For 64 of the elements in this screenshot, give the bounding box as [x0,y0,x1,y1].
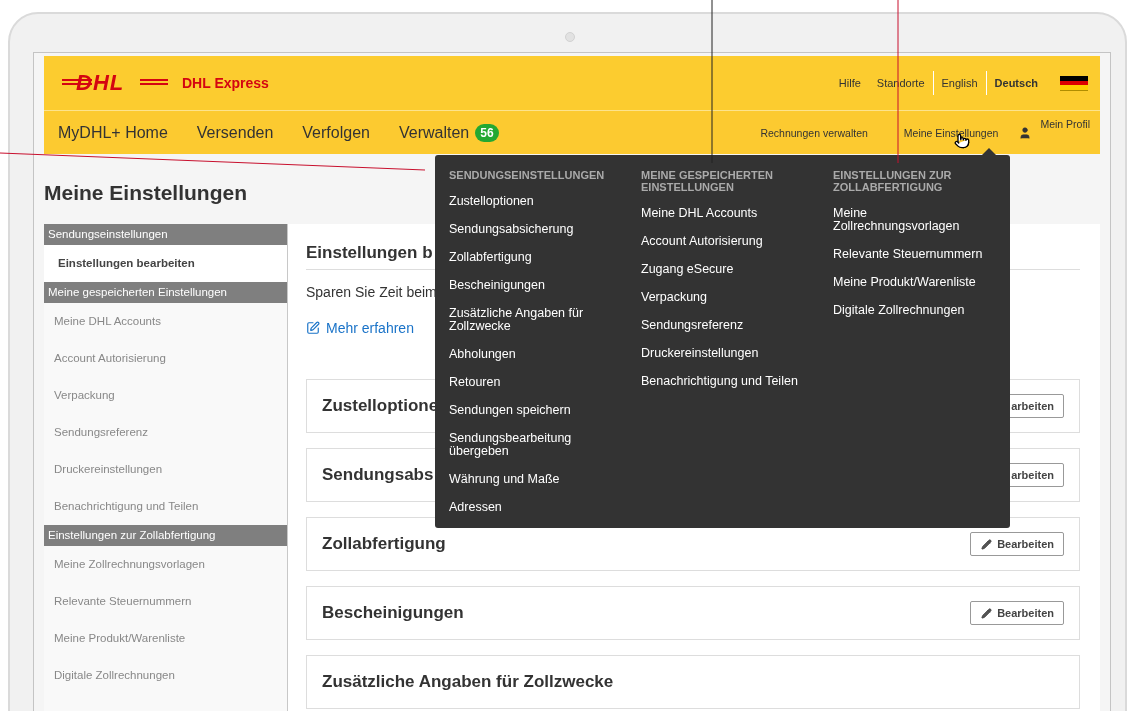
edit-note-icon [306,321,320,335]
menu-item[interactable]: Verpackung [641,284,833,312]
more-link[interactable]: Mehr erfahren [306,320,414,336]
menu-item[interactable]: Bescheinigungen [449,272,641,300]
nav-item[interactable]: Versenden [196,123,274,142]
flag-icon[interactable] [1060,75,1088,91]
camera-icon [565,32,575,42]
sidebar-item[interactable]: Verpackung [44,377,287,414]
header-link[interactable]: Standorte [868,71,934,95]
sidebar-item[interactable]: Meine DHL Accounts [44,303,287,340]
menu-item[interactable]: Zustelloptionen [449,188,641,216]
menu-item[interactable]: Zusätzliche Angaben für Zollzwecke [449,300,641,341]
sidebar-item[interactable]: Digitale Zollrechnungen [44,657,287,694]
edit-button[interactable]: Bearbeiten [970,601,1064,625]
page-title: Meine Einstellungen [44,181,248,205]
sidebar-item[interactable]: Account Autorisierung [44,340,287,377]
sidebar-item[interactable]: Benachrichtigung und Teilen [44,488,287,525]
card-title: Zusätzliche Angaben für Zollzwecke [322,672,614,692]
menu-item[interactable]: Meine Produkt/Warenliste [833,269,993,297]
nav-item[interactable]: MyDHL+ Home [58,123,168,142]
nav-item[interactable]: Verfolgen [302,123,370,142]
menu-item[interactable]: Sendungsreferenz [641,312,833,340]
menu-item[interactable]: Abholungen [449,341,641,369]
menu-item[interactable]: Währung und Maße [449,466,641,494]
profile-link[interactable]: Mein Profil [1018,117,1090,140]
pencil-icon [981,607,993,619]
menu-item[interactable]: Meine Zollrechnungsvorlagen [833,200,993,241]
nav-link[interactable]: Rechnungen verwalten [760,126,868,139]
menu-item[interactable]: Sendungsbearbeitung übergeben [449,425,641,466]
language-link[interactable]: English [933,71,987,95]
sidebar-item[interactable]: Relevante Steuernummern [44,583,287,620]
menu-item[interactable]: Sendungsabsicherung [449,216,641,244]
sidebar-item[interactable]: Meine Zollrechnungsvorlagen [44,546,287,583]
menu-item[interactable]: Druckereinstellungen [641,340,833,368]
header-link[interactable]: Hilfe [830,71,869,95]
menu-item[interactable]: Relevante Steuernummern [833,241,993,269]
edit-button[interactable]: Bearbeiten [970,532,1064,556]
nav-link[interactable]: Meine Einstellungen [903,126,999,139]
sidebar-item[interactable]: Druckereinstellungen [44,451,287,488]
sidebar-section-header: Meine gespeicherten Einstellungen [44,282,287,303]
count-badge: 56 [475,123,499,142]
menu-item[interactable]: Zollabfertigung [449,244,641,272]
sidebar-section-header: Sendungseinstellungen [44,224,287,245]
sidebar-item[interactable]: Meine Produkt/Warenliste [44,620,287,657]
sidebar-item[interactable]: Sendungsreferenz [44,414,287,451]
menu-item[interactable]: Adressen [449,494,641,522]
sidebar-item[interactable]: Einstellungen bearbeiten [44,245,287,282]
menu-item[interactable]: Benachrichtigung und Teilen [641,368,833,396]
user-icon [1018,125,1033,140]
menu-item[interactable]: Meine DHL Accounts [641,200,833,228]
brand-name: DHL Express [182,75,269,91]
pencil-icon [981,538,993,550]
menu-column-heading: MEINE GESPEICHERTEN EINSTELLUNGEN [641,169,775,193]
menu-column-heading: EINSTELLUNGEN ZUR ZOLLABFERTIGUNG [833,169,953,193]
menu-item[interactable]: Digitale Zollrechnungen [833,297,993,325]
card-title: Sendungsabs [322,465,434,485]
card-title: Bescheinigungen [322,603,464,623]
language-link[interactable]: Deutsch [986,71,1046,95]
nav-item[interactable]: Verwalten 56 [398,123,499,142]
menu-column-heading: SENDUNGSEINSTELLUNGEN [449,169,606,181]
card-title: Zollabfertigung [322,534,446,554]
sidebar-section-header: Einstellungen zur Zollabfertigung [44,525,287,546]
menu-item[interactable]: Retouren [449,369,641,397]
menu-item[interactable]: Sendungen speichern [449,397,641,425]
